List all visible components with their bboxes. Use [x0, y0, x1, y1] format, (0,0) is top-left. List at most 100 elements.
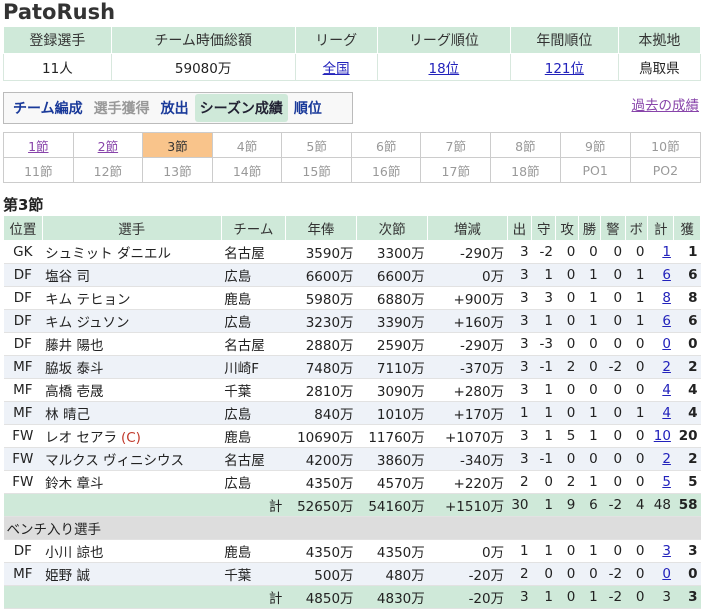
- player-next-salary: 6880万: [356, 286, 428, 310]
- player-name: キム ジュソン: [45, 315, 130, 331]
- player-next-salary: 3860万: [356, 447, 428, 471]
- player-salary: 5980万: [285, 286, 357, 310]
- player-next-salary: 4570万: [356, 470, 428, 494]
- column-header: 勝: [577, 215, 602, 241]
- player-salary-diff: +170万: [427, 401, 508, 425]
- points-detail-link[interactable]: 2: [662, 451, 671, 467]
- league-rank-link[interactable]: 18位: [429, 61, 460, 77]
- stat-shu: 3: [531, 286, 556, 310]
- nav-release[interactable]: 放出: [156, 94, 194, 122]
- stat-sho: 1: [578, 286, 601, 310]
- stat-bo: 0: [625, 240, 648, 264]
- team-summary-table: 登録選手 チーム時価総額 リーグ リーグ順位 年間順位 本拠地 11人 5908…: [3, 26, 702, 81]
- player-row: FW 鈴木 章斗 広島 4350万 4570万 +220万 2 0 2 1 0 0 5 5: [3, 470, 701, 494]
- player-team: 広島: [221, 309, 286, 333]
- stat-kou: 0: [555, 539, 579, 563]
- points-detail-link[interactable]: 6: [662, 313, 671, 329]
- nav-team-formation[interactable]: チーム編成: [8, 94, 88, 122]
- stat-de: 2: [507, 562, 532, 586]
- total-next-salary: 4830万: [356, 585, 428, 609]
- total-salary: 52650万: [285, 493, 357, 517]
- player-position: DF: [3, 263, 43, 287]
- stat-earned: 0: [673, 332, 701, 356]
- home-town: 鳥取県: [617, 53, 702, 81]
- league-link[interactable]: 全国: [323, 61, 350, 77]
- bench-header-row: ベンチ入り選手: [3, 516, 701, 540]
- round-16: 16節: [350, 157, 422, 183]
- player-name-cell: シュミット ダニエル: [42, 240, 222, 264]
- stat-de: 3: [507, 240, 532, 264]
- stat-kei: 0: [600, 378, 626, 402]
- player-row: DF 塩谷 司広島 6600万 6600万 0万 3 1 0 1 0 1 6 6: [3, 263, 701, 287]
- round-2-link[interactable]: 2節: [98, 139, 118, 154]
- points-detail-link[interactable]: 0: [662, 566, 671, 582]
- player-row: DF キム テヒョン 鹿島 5980万 6880万 +900万 3 3 0 1 0 1 8 8: [3, 286, 701, 310]
- points-detail-link[interactable]: 4: [662, 405, 671, 421]
- stat-sho: 1: [578, 309, 601, 333]
- past-results-link[interactable]: 過去の成績: [632, 94, 700, 114]
- stat-de: 3: [507, 424, 532, 448]
- round-6: 6節: [350, 132, 422, 158]
- stat-sho: 0: [578, 447, 601, 471]
- player-salary-diff: +900万: [427, 286, 508, 310]
- player-salary-diff: +160万: [427, 309, 508, 333]
- round-18: 18節: [490, 157, 561, 183]
- round-11: 11節: [3, 157, 74, 183]
- points-detail-link[interactable]: 4: [662, 382, 671, 398]
- total-row: 計 4850万 4830万 -20万 3 1 0 1 -2 0 3 3: [3, 585, 701, 609]
- stat-earned: 0: [673, 562, 701, 586]
- annual-rank-cell: 121位: [510, 53, 619, 81]
- points-detail-link[interactable]: 8: [662, 290, 671, 306]
- round-1-link[interactable]: 1節: [28, 139, 48, 154]
- stat-sho: 0: [578, 378, 601, 402]
- stat-bo: 0: [625, 378, 648, 402]
- player-position: MF: [3, 401, 43, 425]
- stat-kei: 0: [600, 263, 626, 287]
- points-detail-link[interactable]: 0: [662, 336, 671, 352]
- nav-season-results[interactable]: シーズン成績: [194, 94, 288, 122]
- points-detail-link[interactable]: 3: [662, 543, 671, 559]
- stat-earned: 2: [673, 447, 701, 471]
- player-name-cell: 小川 諒也: [42, 539, 222, 563]
- total-kou: 9: [555, 493, 579, 517]
- points-detail-link[interactable]: 10: [654, 428, 671, 444]
- player-salary: 7480万: [285, 355, 357, 379]
- league-rank-cell: 18位: [376, 53, 512, 81]
- total-bo: 4: [625, 493, 648, 517]
- stat-sho: 1: [578, 263, 601, 287]
- player-salary: 10690万: [285, 424, 357, 448]
- stat-de: 3: [507, 378, 532, 402]
- round-8: 8節: [490, 132, 561, 158]
- points-detail-link[interactable]: 1: [662, 244, 671, 260]
- player-position: GK: [3, 240, 43, 264]
- player-name-cell: 脇坂 泰斗: [42, 355, 222, 379]
- round-7: 7節: [420, 132, 492, 158]
- stat-shu: 1: [531, 424, 556, 448]
- stat-earned: 4: [673, 401, 701, 425]
- league-cell: 全国: [294, 53, 378, 81]
- stat-bo: 1: [625, 286, 648, 310]
- stat-bo: 1: [625, 401, 648, 425]
- total-de: 30: [507, 493, 532, 517]
- points-detail-link[interactable]: 2: [662, 359, 671, 375]
- player-next-salary: 11760万: [356, 424, 428, 448]
- player-name-cell: 鈴木 章斗: [42, 470, 222, 494]
- annual-rank-link[interactable]: 121位: [545, 61, 584, 77]
- round-13: 13節: [142, 157, 213, 183]
- player-team: 鹿島: [221, 539, 286, 563]
- stat-shu: 0: [531, 562, 556, 586]
- player-salary: 6600万: [285, 263, 357, 287]
- stat-kei: -2: [600, 562, 626, 586]
- round-14: 14節: [211, 157, 283, 183]
- stat-shu: -3: [531, 332, 556, 356]
- points-detail-link[interactable]: 5: [662, 474, 671, 490]
- player-position: MF: [3, 378, 43, 402]
- stat-kei: 0: [600, 470, 626, 494]
- stat-shu: 1: [531, 263, 556, 287]
- player-next-salary: 480万: [356, 562, 428, 586]
- player-position: FW: [3, 447, 43, 471]
- points-detail-link[interactable]: 6: [662, 267, 671, 283]
- round-15: 15節: [281, 157, 352, 183]
- player-name: 藤井 陽也: [45, 338, 104, 354]
- nav-standings[interactable]: 順位: [289, 94, 327, 122]
